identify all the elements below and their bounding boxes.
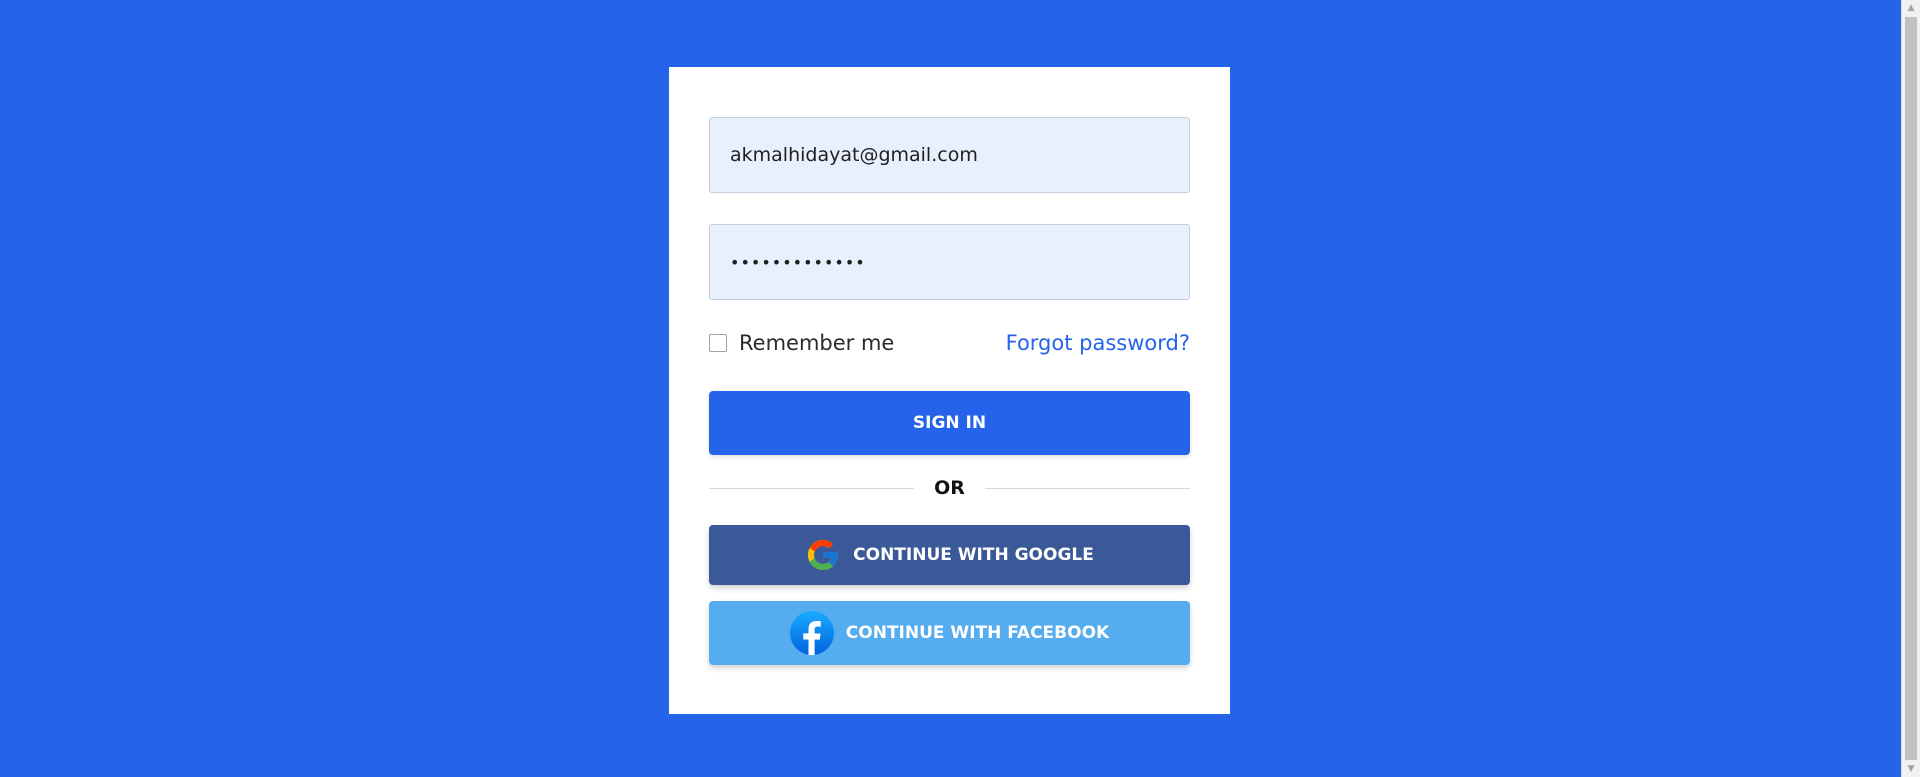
page-scrollbar[interactable]: ▲ ▼ bbox=[1901, 0, 1920, 777]
forgot-password-link[interactable]: Forgot password? bbox=[1006, 329, 1190, 357]
google-logo-icon bbox=[805, 537, 841, 573]
scroll-down-arrow-icon[interactable]: ▼ bbox=[1902, 761, 1920, 777]
remember-me-checkbox[interactable] bbox=[709, 334, 727, 352]
or-divider: OR bbox=[709, 474, 1191, 502]
facebook-logo-icon bbox=[789, 611, 834, 655]
email-field[interactable] bbox=[709, 117, 1190, 193]
password-field[interactable] bbox=[709, 224, 1190, 300]
sign-in-button[interactable]: SIGN IN bbox=[709, 391, 1190, 455]
divider-line-right bbox=[984, 487, 1191, 489]
divider-line-left bbox=[709, 487, 915, 489]
continue-with-facebook-label: CONTINUE WITH FACEBOOK bbox=[845, 623, 1110, 643]
continue-with-google-button[interactable]: CONTINUE WITH GOOGLE bbox=[709, 525, 1190, 585]
divider-label: OR bbox=[934, 477, 965, 499]
remember-me-label: Remember me bbox=[739, 331, 895, 355]
continue-with-facebook-button[interactable]: CONTINUE WITH FACEBOOK bbox=[709, 601, 1190, 665]
scroll-up-arrow-icon[interactable]: ▲ bbox=[1902, 0, 1920, 16]
login-card: Remember me Forgot password? SIGN IN OR … bbox=[669, 67, 1230, 714]
continue-with-google-label: CONTINUE WITH GOOGLE bbox=[853, 545, 1094, 565]
scroll-thumb[interactable] bbox=[1905, 17, 1917, 760]
remember-me[interactable]: Remember me bbox=[709, 329, 894, 357]
